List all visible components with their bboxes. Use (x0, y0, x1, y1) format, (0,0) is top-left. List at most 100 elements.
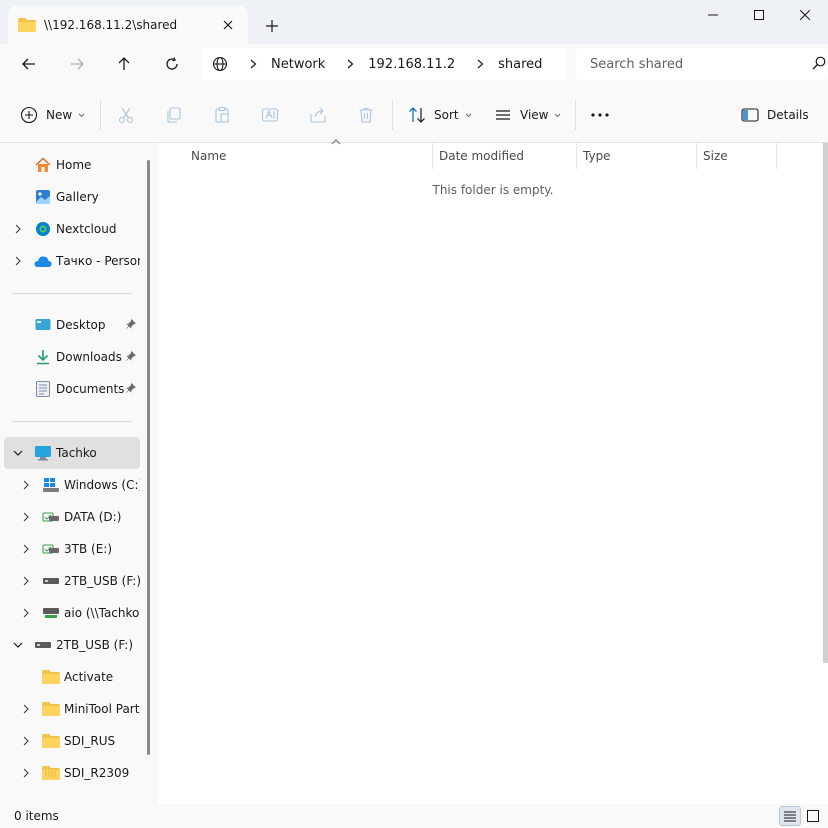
minimize-icon (708, 14, 718, 16)
breadcrumb-host[interactable]: 192.168.11.2 (368, 57, 455, 72)
column-header-size[interactable]: Size (697, 143, 777, 169)
item-count: 0 items (14, 809, 59, 823)
tab-shared[interactable]: \\192.168.11.2\shared (8, 6, 248, 44)
more-icon (591, 113, 609, 117)
breadcrumb-network[interactable]: Network (271, 57, 325, 72)
maximize-button[interactable] (736, 0, 782, 30)
arrow-up-icon (118, 57, 130, 70)
chevron-down-icon (465, 113, 480, 118)
sidebar-item-folder-activate[interactable]: Activate (4, 662, 140, 692)
chevron-right-icon[interactable] (20, 575, 32, 587)
paste-icon (215, 106, 229, 123)
sidebar-item-label: aio (\\Tachko- (64, 606, 140, 620)
chevron-right-icon[interactable] (20, 703, 32, 715)
details-view-button[interactable] (779, 806, 801, 826)
tiles-view-button[interactable] (802, 806, 824, 826)
divider (100, 100, 101, 130)
sidebar-item-label: Тачко - Persona (56, 254, 140, 268)
chevron-right-icon[interactable] (20, 543, 32, 555)
network-drive-icon (42, 604, 60, 622)
chevron-down-icon[interactable] (12, 639, 24, 651)
folder-icon (42, 700, 60, 718)
sidebar-item-label: DATA (D:) (64, 510, 122, 524)
sidebar-item-drive-e[interactable]: 3TB (E:) (4, 534, 140, 564)
folder-icon (42, 732, 60, 750)
delete-button[interactable] (355, 104, 377, 126)
chevron-right-icon[interactable] (477, 59, 484, 69)
sidebar-item-drive-f[interactable]: 2TB_USB (F:) (4, 566, 140, 596)
usb-drive-icon (42, 572, 60, 590)
search-input[interactable] (590, 56, 810, 72)
sidebar-item-this-pc[interactable]: Tachko (4, 437, 140, 469)
cut-button[interactable] (115, 104, 137, 126)
view-list-icon (496, 110, 510, 120)
chevron-right-icon[interactable] (12, 223, 24, 235)
sidebar-item-label: SDI_R2309 (64, 766, 130, 780)
sort-button[interactable]: Sort (408, 100, 480, 130)
scissors-icon (118, 107, 134, 124)
chevron-right-icon[interactable] (20, 479, 32, 491)
sidebar-item-drive-d[interactable]: DATA (D:) (4, 502, 140, 532)
refresh-button[interactable] (155, 48, 189, 80)
drive-icon (42, 540, 60, 558)
chevron-right-icon[interactable] (347, 59, 354, 69)
sidebar-item-documents[interactable]: Documents (4, 374, 140, 404)
drive-icon (42, 508, 60, 526)
details-button[interactable]: Details (741, 100, 809, 130)
new-button[interactable]: New (20, 100, 93, 130)
column-header-type[interactable]: Type (577, 143, 697, 169)
sidebar-item-usb-drive[interactable]: 2TB_USB (F:) (4, 630, 140, 660)
view-button[interactable]: View (494, 100, 569, 130)
search-box[interactable] (576, 48, 828, 80)
chevron-right-icon[interactable] (12, 255, 24, 267)
sidebar-item-desktop[interactable]: Desktop (4, 310, 140, 340)
sidebar-item-folder-sdi-r2309[interactable]: SDI_R2309 (4, 758, 140, 788)
new-tab-button[interactable] (258, 12, 286, 40)
column-header-name[interactable]: Name (185, 139, 433, 169)
rename-button[interactable] (259, 104, 281, 126)
sidebar-item-network-drive[interactable]: aio (\\Tachko- (4, 598, 140, 628)
trash-icon (359, 107, 373, 123)
chevron-right-icon[interactable] (20, 511, 32, 523)
chevron-right-icon[interactable] (20, 735, 32, 747)
chevron-down-icon[interactable] (12, 447, 24, 459)
tiles-view-icon (807, 810, 819, 822)
forward-button[interactable] (60, 48, 94, 80)
paste-button[interactable] (211, 104, 233, 126)
sidebar-item-gallery[interactable]: Gallery (4, 182, 140, 212)
minimize-button[interactable] (690, 0, 736, 30)
sidebar-item-home[interactable]: Home (4, 150, 140, 180)
sidebar-item-label: 2TB_USB (F:) (64, 574, 140, 588)
details-view-icon (784, 811, 796, 822)
chevron-right-icon[interactable] (20, 607, 32, 619)
sidebar-scrollbar[interactable] (147, 160, 150, 755)
computer-icon (34, 444, 52, 462)
pin-icon[interactable] (126, 318, 137, 332)
address-bar[interactable]: Network 192.168.11.2 shared (202, 48, 566, 80)
back-button[interactable] (12, 48, 46, 80)
column-label: Type (583, 149, 611, 163)
sidebar-item-folder-minitool[interactable]: MiniTool Partit (4, 694, 140, 724)
close-window-button[interactable] (782, 0, 828, 30)
sidebar-item-downloads[interactable]: Downloads (4, 342, 140, 372)
sidebar-item-drive-c[interactable]: Windows (C:) (4, 470, 140, 500)
sidebar-item-onedrive[interactable]: Тачко - Persona (4, 246, 140, 276)
navigation-pane: Home Gallery Nextcloud Тачко - Persona D… (0, 143, 158, 804)
up-button[interactable] (107, 48, 141, 80)
copy-button[interactable] (163, 104, 185, 126)
close-tab-button[interactable] (216, 13, 240, 37)
sidebar-item-label: SDI_RUS (64, 734, 116, 748)
pin-icon[interactable] (126, 382, 137, 396)
usb-drive-icon (34, 636, 52, 654)
sidebar-item-folder-sdi-rus[interactable]: SDI_RUS (4, 726, 140, 756)
breadcrumb-shared[interactable]: shared (498, 57, 542, 72)
windows-drive-icon (42, 476, 60, 494)
sidebar-item-nextcloud[interactable]: Nextcloud (4, 214, 140, 244)
more-options-button[interactable] (589, 104, 611, 126)
details-label: Details (767, 108, 809, 122)
share-button[interactable] (307, 104, 329, 126)
search-icon (812, 56, 826, 70)
pin-icon[interactable] (126, 350, 137, 364)
column-header-date-modified[interactable]: Date modified (433, 143, 577, 169)
chevron-right-icon[interactable] (20, 767, 32, 779)
